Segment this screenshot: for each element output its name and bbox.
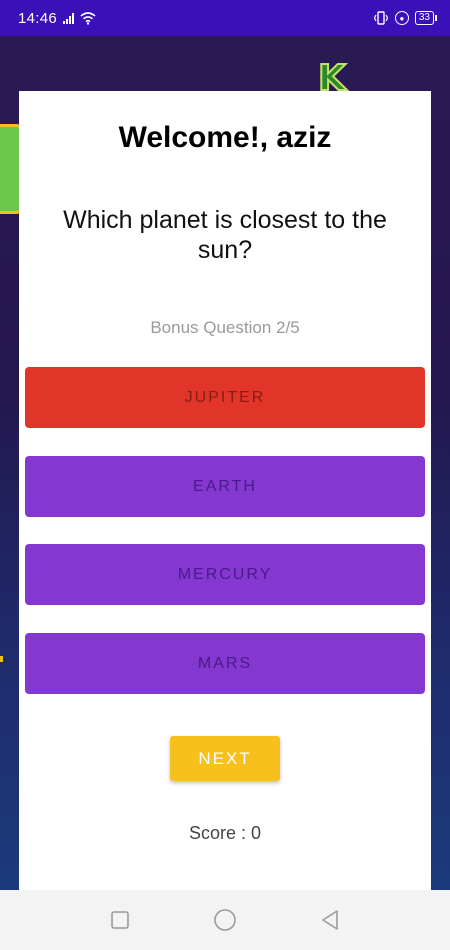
answer-option-mercury[interactable]: MERCURY: [25, 544, 425, 605]
square-icon: [111, 911, 130, 929]
quiz-card: Welcome!, aziz Which planet is closest t…: [19, 91, 431, 890]
recent-apps-button[interactable]: [100, 900, 140, 940]
status-bar: 14:46 ● 33: [0, 0, 450, 36]
signal-icon: [63, 12, 75, 24]
status-time: 14:46: [18, 9, 58, 27]
home-button[interactable]: [205, 900, 245, 940]
status-bar-right: ● 33: [373, 11, 438, 25]
answer-option-earth[interactable]: EARTH: [25, 456, 425, 517]
answer-option-jupiter[interactable]: JUPITER: [25, 367, 425, 428]
question-text: Which planet is closest to the sun?: [63, 206, 387, 264]
background-dot-decoration: [0, 656, 3, 662]
back-button[interactable]: [310, 900, 350, 940]
triangle-back-icon: [321, 910, 338, 930]
wifi-icon: [80, 11, 96, 25]
next-button[interactable]: NEXT: [170, 736, 280, 781]
navigation-bar: [0, 890, 450, 950]
bonus-question-label: Bonus Question 2/5: [150, 318, 300, 337]
welcome-title: Welcome!, aziz: [118, 121, 332, 154]
score-text: Score : 0: [188, 823, 262, 843]
vibrate-icon: [373, 11, 389, 25]
status-bar-left: 14:46: [18, 10, 96, 27]
data-saver-icon: ●: [394, 11, 409, 25]
circle-icon: [214, 909, 236, 931]
battery-icon: 33: [414, 11, 438, 25]
answer-option-mars[interactable]: MARS: [25, 633, 425, 694]
